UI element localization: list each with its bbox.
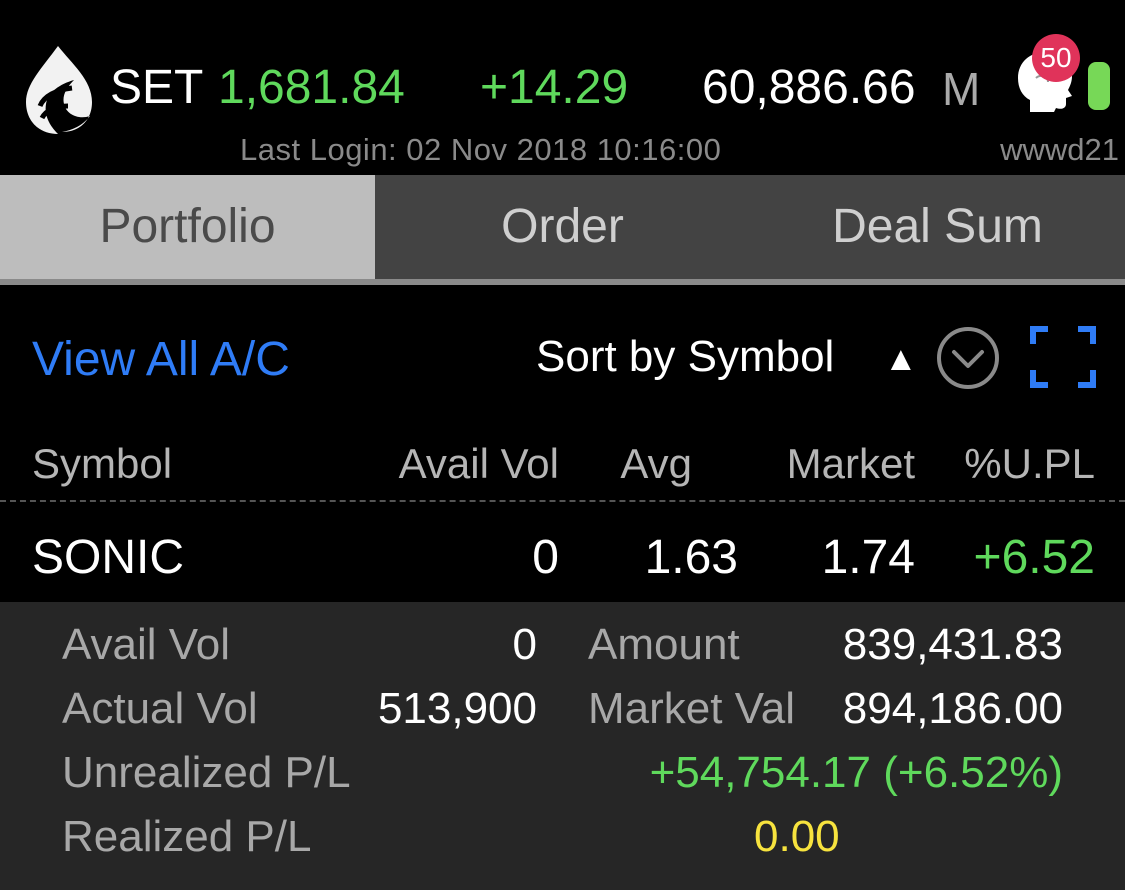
- username: wwwd21: [1000, 132, 1119, 167]
- tab-portfolio[interactable]: Portfolio: [0, 175, 375, 279]
- detail-market-val-label: Market Val: [588, 684, 796, 733]
- notification-badge[interactable]: 50: [1032, 34, 1080, 82]
- detail-amount-value: 839,431.83: [842, 620, 1063, 669]
- cell-avail-vol: 0: [532, 531, 559, 584]
- sort-ascending-icon[interactable]: ▲: [884, 340, 918, 379]
- detail-actual-vol-value: 513,900: [377, 684, 537, 733]
- tab-order[interactable]: Order: [375, 175, 750, 279]
- tab-divider: [0, 279, 1125, 285]
- detail-realized-label: Realized P/L: [62, 812, 312, 861]
- cell-avg: 1.63: [644, 531, 738, 584]
- cell-market: 1.74: [821, 531, 915, 584]
- tab-bar: Portfolio Order Deal Sum: [0, 175, 1125, 279]
- index-change: +14.29: [480, 61, 629, 114]
- column-header-market[interactable]: Market: [787, 440, 915, 488]
- column-header-upl[interactable]: %U.PL: [964, 440, 1095, 488]
- table-row[interactable]: SONIC 0 1.63 1.74 +6.52: [0, 502, 1125, 602]
- detail-market-val-value: 894,186.00: [842, 684, 1063, 733]
- detail-unrealized-value: +54,754.17 (+6.52%): [649, 748, 1063, 797]
- battery-indicator-icon: [1088, 62, 1110, 110]
- column-header-avg[interactable]: Avg: [620, 440, 692, 488]
- detail-amount-label: Amount: [588, 620, 740, 669]
- cell-symbol: SONIC: [32, 531, 185, 584]
- sort-label[interactable]: Sort by Symbol: [536, 332, 834, 382]
- detail-unrealized-label: Unrealized P/L: [62, 748, 351, 797]
- detail-realized-value: 0.00: [754, 812, 840, 861]
- position-detail-panel: Avail Vol 0 Amount 839,431.83 Actual Vol…: [0, 602, 1125, 890]
- app-logo-icon: [26, 46, 92, 134]
- detail-actual-vol-label: Actual Vol: [62, 684, 258, 733]
- column-header-avail-vol[interactable]: Avail Vol: [399, 440, 559, 488]
- market-volume: 60,886.66: [702, 61, 916, 114]
- chevron-down-circle-icon[interactable]: [936, 326, 1000, 390]
- index-value: 1,681.84: [218, 61, 405, 114]
- index-name: SET: [110, 61, 204, 114]
- cell-upl: +6.52: [973, 531, 1095, 584]
- tab-deal-sum[interactable]: Deal Sum: [750, 175, 1125, 279]
- view-all-accounts-link[interactable]: View All A/C: [32, 332, 290, 387]
- column-header-symbol[interactable]: Symbol: [32, 440, 172, 488]
- detail-avail-vol-value: 0: [512, 620, 537, 669]
- app-header: SET 1,681.84 +14.29 60,886.66 M Last Log…: [0, 0, 1125, 175]
- volume-unit: M: [942, 63, 981, 115]
- detail-avail-vol-label: Avail Vol: [62, 620, 230, 669]
- expand-fullscreen-icon[interactable]: [1030, 326, 1096, 388]
- last-login-text: Last Login: 02 Nov 2018 10:16:00: [240, 132, 722, 167]
